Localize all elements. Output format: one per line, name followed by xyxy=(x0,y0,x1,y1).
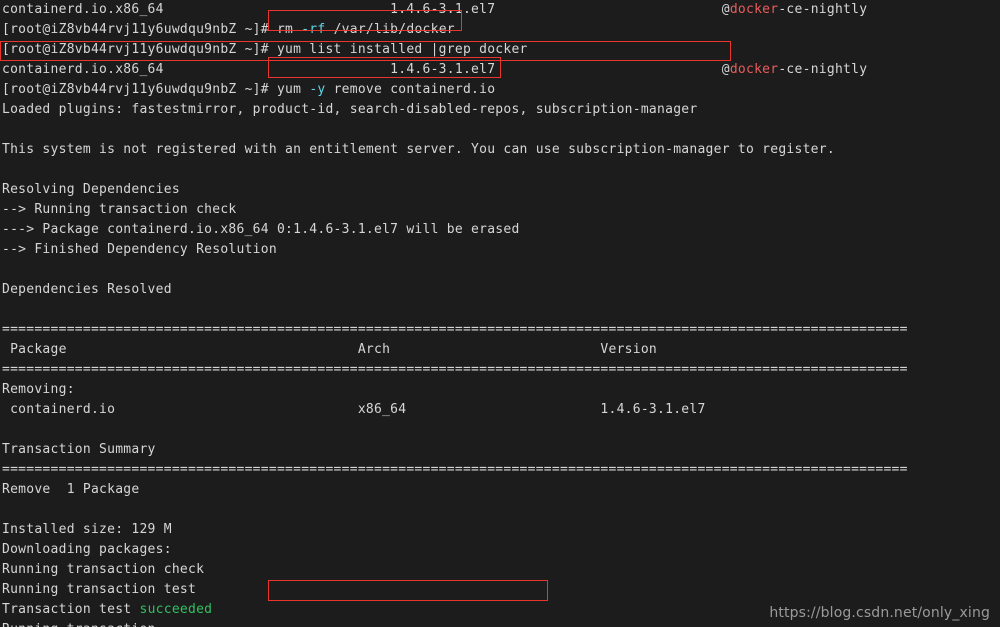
terminal-text-segment: Dependencies Resolved xyxy=(2,282,172,297)
terminal-line: Downloading packages: xyxy=(0,540,1000,560)
terminal-line: ========================================… xyxy=(0,460,1000,480)
terminal-line: ========================================… xyxy=(0,320,1000,340)
terminal-text-segment: Running transaction test xyxy=(2,582,197,597)
terminal-line: containerd.io.x86_64 1.4.6-3.1.el7 @dock… xyxy=(0,0,1000,20)
terminal-line: This system is not registered with an en… xyxy=(0,140,1000,160)
terminal-text-segment: -rf xyxy=(301,22,326,37)
terminal-text-segment: containerd.io.x86_64 xyxy=(2,2,164,17)
terminal-line: [root@iZ8vb44rvj11y6uwdqu9nbZ ~]# yum -y… xyxy=(0,80,1000,100)
terminal-text-segment: -ce-nightly xyxy=(778,2,868,17)
terminal-text-segment: Loaded plugins: fastestmirror, product-i… xyxy=(2,102,698,117)
terminal-line: Installed size: 129 M xyxy=(0,520,1000,540)
terminal-line: Dependencies Resolved xyxy=(0,280,1000,300)
terminal-text-segment: [root@iZ8vb44rvj11y6uwdqu9nbZ ~]# xyxy=(2,42,277,57)
terminal-line: Remove 1 Package xyxy=(0,480,1000,500)
terminal-line: Resolving Dependencies xyxy=(0,180,1000,200)
terminal-text-segment: Transaction test xyxy=(2,602,140,617)
terminal-text-segment: -y xyxy=(309,82,326,97)
terminal-line: Loaded plugins: fastestmirror, product-i… xyxy=(0,100,1000,120)
terminal-text-segment: Installed size: 129 M xyxy=(2,522,172,537)
terminal-text-segment: ========================================… xyxy=(2,362,908,377)
terminal-line: [root@iZ8vb44rvj11y6uwdqu9nbZ ~]# yum li… xyxy=(0,40,1000,60)
terminal-line: Running transaction check xyxy=(0,560,1000,580)
terminal-line: containerd.io.x86_64 1.4.6-3.1.el7 @dock… xyxy=(0,60,1000,80)
terminal-text-segment: ========================================… xyxy=(2,322,908,337)
terminal-line: containerd.io x86_64 1.4.6-3.1.el7 xyxy=(0,400,1000,420)
terminal-text-segment: Transaction Summary xyxy=(2,442,156,457)
terminal-text-segment: yum list installed |grep docker xyxy=(276,42,528,57)
terminal-line: --> Running transaction check xyxy=(0,200,1000,220)
terminal-text-segment: --> Finished Dependency Resolution xyxy=(2,242,277,257)
terminal-text-segment: containerd.io.x86_64 xyxy=(2,62,164,77)
terminal-text-segment: Running transaction check xyxy=(2,562,205,577)
terminal-line: ---> Package containerd.io.x86_64 0:1.4.… xyxy=(0,220,1000,240)
terminal-output[interactable]: containerd.io.x86_64 1.4.6-3.1.el7 @dock… xyxy=(0,0,1000,627)
terminal-text-segment: Running transaction xyxy=(2,622,156,627)
terminal-text-segment: Downloading packages: xyxy=(2,542,172,557)
terminal-text-segment: Remove 1 Package xyxy=(2,482,140,497)
terminal-text-segment: containerd.io x86_64 1.4.6-3.1.el7 xyxy=(2,402,706,417)
watermark-url: https://blog.csdn.net/only_xing xyxy=(769,605,990,621)
terminal-line: Removing: xyxy=(0,380,1000,400)
terminal-text-segment: Resolving Dependencies xyxy=(2,182,180,197)
terminal-line: [root@iZ8vb44rvj11y6uwdqu9nbZ ~]# rm -rf… xyxy=(0,20,1000,40)
terminal-text-segment: -ce-nightly xyxy=(778,62,868,77)
terminal-screen: containerd.io.x86_64 1.4.6-3.1.el7 @dock… xyxy=(0,0,1000,627)
terminal-line: --> Finished Dependency Resolution xyxy=(0,240,1000,260)
terminal-text-segment: docker xyxy=(729,62,779,77)
terminal-text-segment: docker xyxy=(729,2,779,17)
terminal-text-segment: This system is not registered with an en… xyxy=(2,142,835,157)
terminal-text-segment: --> Running transaction check xyxy=(2,202,237,217)
terminal-text-segment: ---> Package containerd.io.x86_64 0:1.4.… xyxy=(2,222,520,237)
terminal-text-segment: rm xyxy=(276,22,302,37)
terminal-text-segment: 1.4.6-3.1.el7 @ xyxy=(163,62,730,77)
terminal-text-segment: /var/lib/docker xyxy=(325,22,455,37)
terminal-line: Package Arch Version xyxy=(0,340,1000,360)
terminal-line: ========================================… xyxy=(0,360,1000,380)
terminal-text-segment: 1.4.6-3.1.el7 @ xyxy=(163,2,730,17)
terminal-text-segment: yum xyxy=(276,82,310,97)
terminal-text-segment: remove containerd.io xyxy=(325,82,496,97)
terminal-text-segment: Removing: xyxy=(2,382,75,397)
terminal-text-segment: [root@iZ8vb44rvj11y6uwdqu9nbZ ~]# xyxy=(2,22,277,37)
terminal-line: Transaction Summary xyxy=(0,440,1000,460)
terminal-text-segment: ========================================… xyxy=(2,462,908,477)
terminal-line: Running transaction test xyxy=(0,580,1000,600)
terminal-text-segment: Package Arch Version xyxy=(2,342,658,357)
terminal-text-segment: [root@iZ8vb44rvj11y6uwdqu9nbZ ~]# xyxy=(2,82,277,97)
terminal-text-segment: succeeded xyxy=(139,602,213,617)
